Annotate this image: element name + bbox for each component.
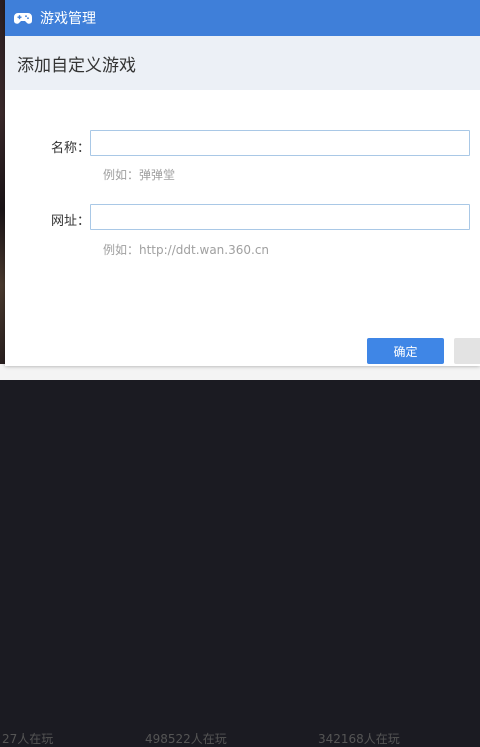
background-player-count-row: 27人在玩 498522人在玩 342168人在玩 bbox=[0, 364, 480, 746]
name-input[interactable] bbox=[90, 130, 470, 156]
name-hint: 例如：弹弹堂 bbox=[103, 168, 176, 182]
url-hint: 例如：http://ddt.wan.360.cn bbox=[103, 243, 270, 257]
window-title: 游戏管理 bbox=[40, 11, 96, 27]
url-label: 网址： bbox=[51, 214, 91, 229]
name-label: 名称： bbox=[51, 141, 91, 156]
dialog-header: 添加自定义游戏 bbox=[5, 36, 480, 90]
add-custom-game-dialog: 游戏管理 添加自定义游戏 名称： 例如：弹弹堂 网址： 例如：http://dd… bbox=[5, 0, 480, 366]
gamepad-icon bbox=[14, 13, 32, 24]
player-count-2: 498522人在玩 bbox=[145, 732, 227, 746]
confirm-button[interactable]: 确定 bbox=[367, 338, 444, 364]
dialog-heading: 添加自定义游戏 bbox=[17, 55, 136, 76]
url-input[interactable] bbox=[90, 204, 470, 230]
cancel-button[interactable] bbox=[454, 338, 480, 364]
player-count-1: 27人在玩 bbox=[2, 732, 54, 746]
dialog-titlebar[interactable]: 游戏管理 bbox=[5, 0, 480, 36]
player-count-3: 342168人在玩 bbox=[318, 732, 400, 746]
